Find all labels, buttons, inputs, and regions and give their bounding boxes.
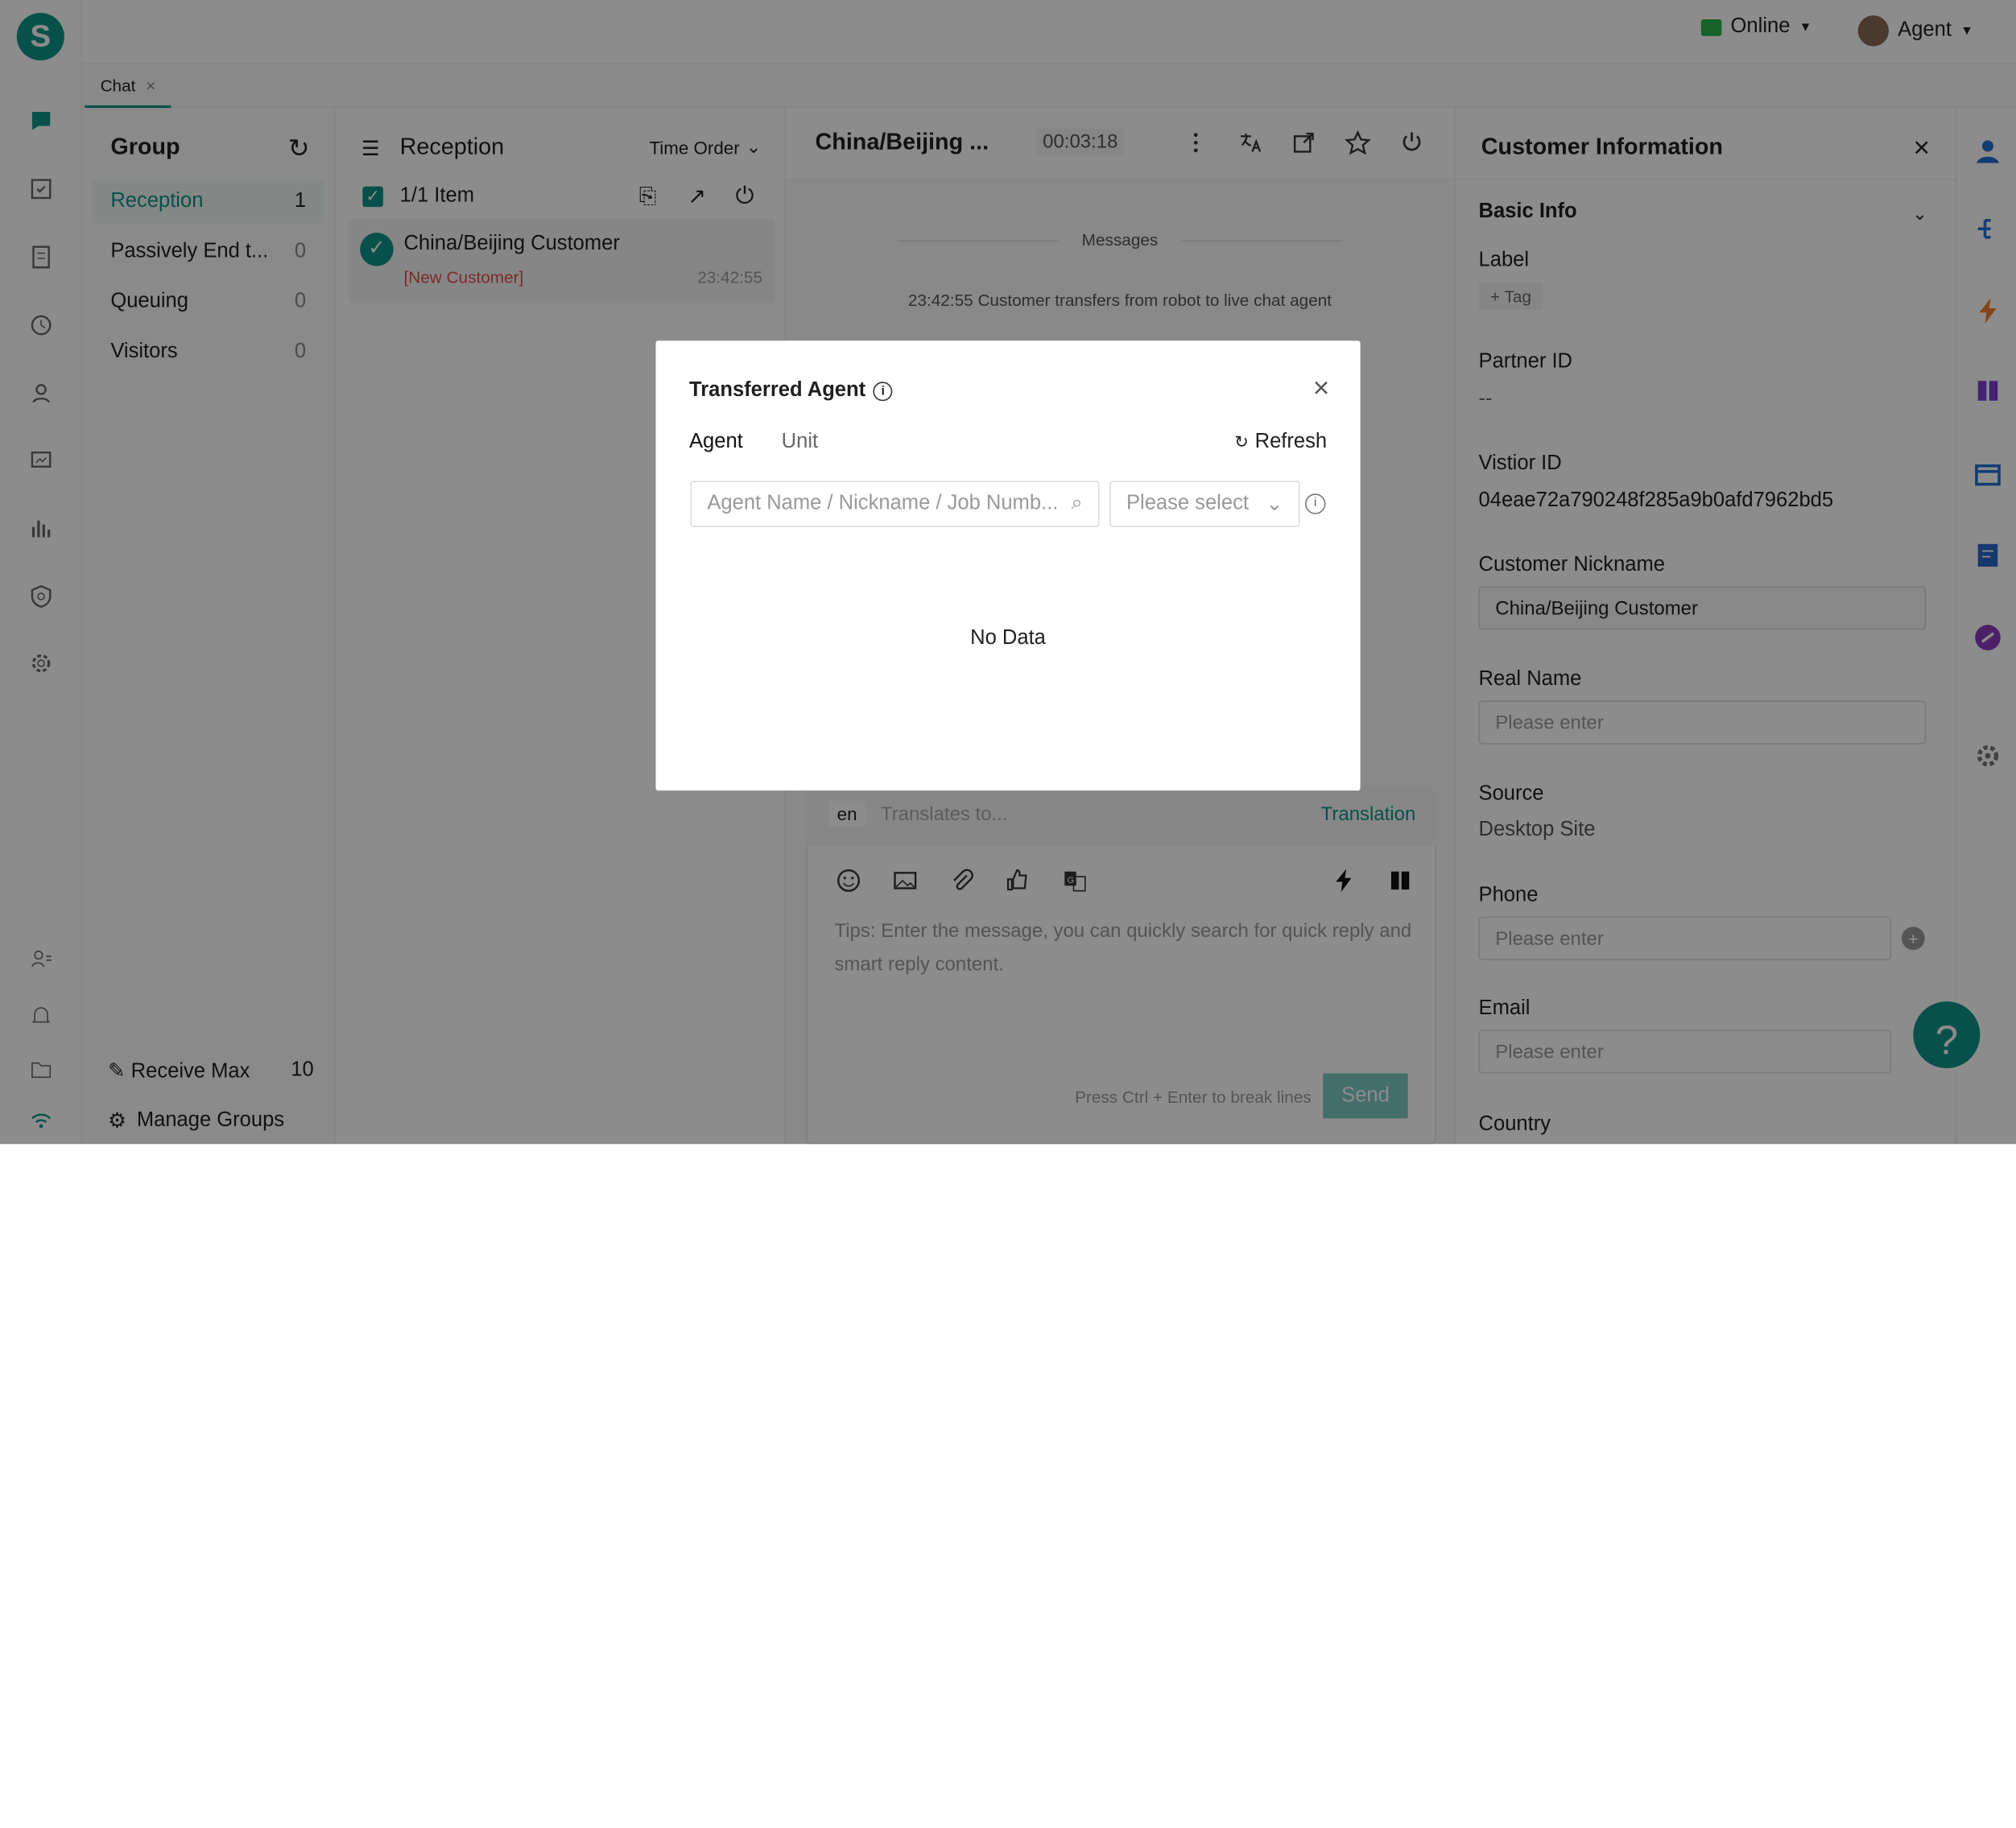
info-icon[interactable]: i <box>1304 493 1326 514</box>
app-root: Online ▼ Agent ▼ S Chat × Group ↻ Recept… <box>0 0 2016 1828</box>
tab-agent[interactable]: Agent <box>689 431 743 454</box>
unit-select[interactable]: Please select ⌄ <box>1109 481 1300 527</box>
transferred-agent-modal: Transferred Agent i × Agent Unit ↻ Refres… <box>655 340 1361 791</box>
search-icon: ⌕ <box>1071 492 1083 514</box>
info-icon: i <box>873 381 893 401</box>
tab-unit[interactable]: Unit <box>782 431 818 454</box>
agent-search-input[interactable]: Agent Name / Nickname / Job Numb... ⌕ <box>690 481 1100 527</box>
refresh-icon: ↻ <box>1234 431 1249 452</box>
empty-state: No Data <box>970 627 1046 650</box>
modal-title: Transferred Agent i <box>689 379 893 402</box>
modal-tabs: Agent Unit <box>689 431 818 454</box>
chevron-down-icon: ⌄ <box>1266 493 1283 516</box>
refresh-button[interactable]: ↻ Refresh <box>1234 431 1327 454</box>
close-icon[interactable]: × <box>1313 372 1330 406</box>
